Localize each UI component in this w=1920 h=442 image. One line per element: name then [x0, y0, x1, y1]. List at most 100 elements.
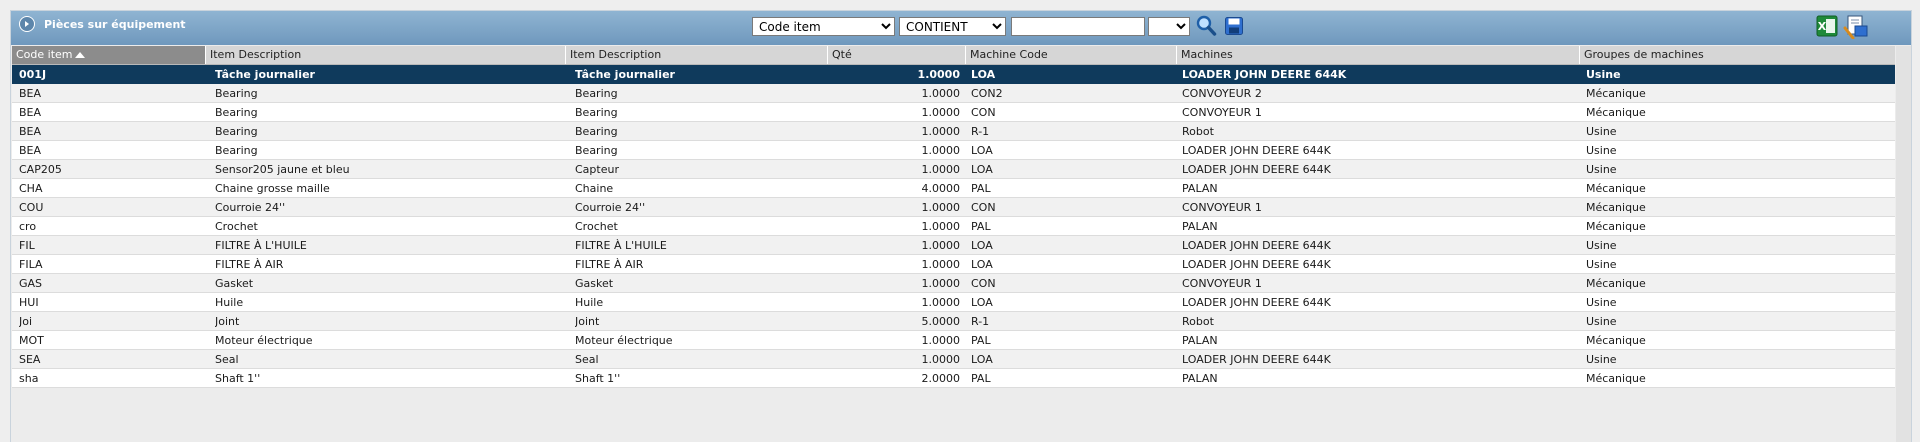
table-row[interactable]: SEA Seal Seal 1.0000 LOA LOADER JOHN DEERE 64…: [12, 350, 1895, 369]
cell-machine-group: Usine: [1586, 239, 1617, 252]
table-row[interactable]: CHA Chaine grosse maille Chaine 4.0000 PAL PA…: [12, 179, 1895, 198]
cell-qty: 2.0000: [921, 372, 961, 385]
cell-code-item: CHA: [19, 182, 43, 195]
collapse-arrow-icon[interactable]: [19, 16, 35, 32]
cell-item-description-2: Crochet: [575, 220, 618, 233]
cell-item-description: Bearing: [215, 87, 258, 100]
cell-machine-group: Usine: [1586, 144, 1617, 157]
cell-machine-group: Mécanique: [1586, 182, 1646, 195]
column-header-machine-code[interactable]: Machine Code: [965, 46, 1176, 64]
column-header-qty[interactable]: Qté: [827, 46, 965, 64]
table-row[interactable]: COU Courroie 24'' Courroie 24'' 1.0000 CON CO…: [12, 198, 1895, 217]
cell-qty: 1.0000: [921, 144, 961, 157]
column-header-machine-groups[interactable]: Groupes de machines: [1579, 46, 1895, 64]
cell-code-item: FILA: [19, 258, 43, 271]
cell-item-description: Huile: [215, 296, 244, 309]
grid-header: Code item Item Description Item Descript…: [12, 46, 1895, 65]
cell-machines: CONVOYEUR 1: [1182, 201, 1262, 214]
cell-item-description: Bearing: [215, 106, 258, 119]
cell-machine-group: Mécanique: [1586, 106, 1646, 119]
cell-machine-code: LOA: [971, 353, 993, 366]
cell-item-description-2: FILTRE À L'HUILE: [575, 239, 667, 252]
cell-code-item: CAP205: [19, 163, 62, 176]
cell-qty: 5.0000: [921, 315, 961, 328]
table-row[interactable]: FIL FILTRE À L'HUILE FILTRE À L'HUILE 1.000…: [12, 236, 1895, 255]
filter-extra-select[interactable]: [1148, 17, 1190, 36]
cell-machines: LOADER JOHN DEERE 644K: [1182, 258, 1331, 271]
table-row[interactable]: BEA Bearing Bearing 1.0000 CON2 CONVOYEUR 2 Mé…: [12, 84, 1895, 103]
cell-machines: Robot: [1182, 125, 1214, 138]
table-row[interactable]: MOT Moteur électrique Moteur électrique 1.0…: [12, 331, 1895, 350]
cell-machine-group: Mécanique: [1586, 220, 1646, 233]
column-header-label: Machine Code: [970, 48, 1048, 61]
cell-qty: 4.0000: [921, 182, 961, 195]
filter-value-input[interactable]: [1011, 17, 1145, 36]
cell-qty: 1.0000: [921, 239, 961, 252]
cell-machine-group: Mécanique: [1586, 201, 1646, 214]
table-row[interactable]: BEA Bearing Bearing 1.0000 R-1 Robot Usine: [12, 122, 1895, 141]
table-row[interactable]: sha Shaft 1'' Shaft 1'' 2.0000 PAL PALAN Mécan…: [12, 369, 1895, 388]
cell-machine-group: Usine: [1586, 125, 1617, 138]
cell-code-item: BEA: [19, 125, 42, 138]
filter-field-select[interactable]: Code item: [752, 17, 895, 36]
cell-machine-code: LOA: [971, 239, 993, 252]
table-row[interactable]: BEA Bearing Bearing 1.0000 LOA LOADER JOHN DE…: [12, 141, 1895, 160]
cell-machine-code: PAL: [971, 372, 991, 385]
cell-machine-code: LOA: [971, 68, 996, 81]
cell-machines: LOADER JOHN DEERE 644K: [1182, 68, 1347, 81]
column-header-label: Qté: [832, 48, 852, 61]
cell-qty: 1.0000: [921, 163, 961, 176]
table-row[interactable]: BEA Bearing Bearing 1.0000 CON CONVOYEUR 1 Méc…: [12, 103, 1895, 122]
cell-machine-group: Mécanique: [1586, 372, 1646, 385]
cell-item-description: Tâche journalier: [215, 68, 315, 81]
column-header-item-description-2[interactable]: Item Description: [565, 46, 827, 64]
cell-item-description: Bearing: [215, 144, 258, 157]
cell-code-item: HUI: [19, 296, 39, 309]
cell-item-description: Sensor205 jaune et bleu: [215, 163, 350, 176]
cell-item-description: Joint: [215, 315, 240, 328]
cell-item-description: Moteur électrique: [215, 334, 313, 347]
cell-machine-code: CON2: [971, 87, 1003, 100]
save-icon[interactable]: [1224, 16, 1244, 36]
cell-machine-code: LOA: [971, 258, 993, 271]
cell-code-item: MOT: [19, 334, 44, 347]
cell-qty: 1.0000: [921, 334, 961, 347]
column-header-code-item[interactable]: Code item: [12, 46, 205, 64]
cell-code-item: COU: [19, 201, 44, 214]
cell-item-description: FILTRE À AIR: [215, 258, 284, 271]
table-row[interactable]: 001J Tâche journalier Tâche journalier 1.00…: [12, 65, 1895, 84]
excel-export-icon[interactable]: X: [1816, 15, 1838, 37]
cell-machines: LOADER JOHN DEERE 644K: [1182, 163, 1331, 176]
cell-machine-group: Usine: [1586, 163, 1617, 176]
grid-body: 001J Tâche journalier Tâche journalier 1.00…: [12, 65, 1895, 388]
cell-item-description: Shaft 1'': [215, 372, 261, 385]
cell-item-description: Crochet: [215, 220, 258, 233]
column-header-item-description[interactable]: Item Description: [205, 46, 565, 64]
cell-machine-code: LOA: [971, 163, 993, 176]
cell-machines: LOADER JOHN DEERE 644K: [1182, 353, 1331, 366]
cell-item-description-2: Shaft 1'': [575, 372, 621, 385]
cell-item-description-2: Bearing: [575, 106, 618, 119]
cell-code-item: BEA: [19, 106, 42, 119]
table-row[interactable]: FILA FILTRE À AIR FILTRE À AIR 1.0000 LOA LOA…: [12, 255, 1895, 274]
column-header-machines[interactable]: Machines: [1176, 46, 1579, 64]
table-row[interactable]: Joi Joint Joint 5.0000 R-1 Robot Usine: [12, 312, 1895, 331]
cell-qty: 1.0000: [921, 220, 961, 233]
cell-machine-group: Usine: [1586, 258, 1617, 271]
cell-item-description-2: Seal: [575, 353, 599, 366]
panel-title: Pièces sur équipement: [44, 18, 186, 31]
report-icon[interactable]: [1843, 14, 1869, 40]
cell-machines: PALAN: [1182, 220, 1218, 233]
cell-code-item: Joi: [19, 315, 33, 328]
cell-machine-group: Mécanique: [1586, 87, 1646, 100]
search-icon[interactable]: [1195, 14, 1217, 38]
column-header-label: Groupes de machines: [1584, 48, 1704, 61]
cell-qty: 1.0000: [921, 125, 961, 138]
cell-machines: PALAN: [1182, 334, 1218, 347]
table-row[interactable]: GAS Gasket Gasket 1.0000 CON CONVOYEUR 1 Mécan…: [12, 274, 1895, 293]
table-row[interactable]: HUI Huile Huile 1.0000 LOA LOADER JOHN DEERE …: [12, 293, 1895, 312]
table-row[interactable]: CAP205 Sensor205 jaune et bleu Capteur 1.00…: [12, 160, 1895, 179]
column-header-label: Machines: [1181, 48, 1233, 61]
table-row[interactable]: cro Crochet Crochet 1.0000 PAL PALAN Mécanique: [12, 217, 1895, 236]
filter-operator-select[interactable]: CONTIENT: [899, 17, 1006, 36]
